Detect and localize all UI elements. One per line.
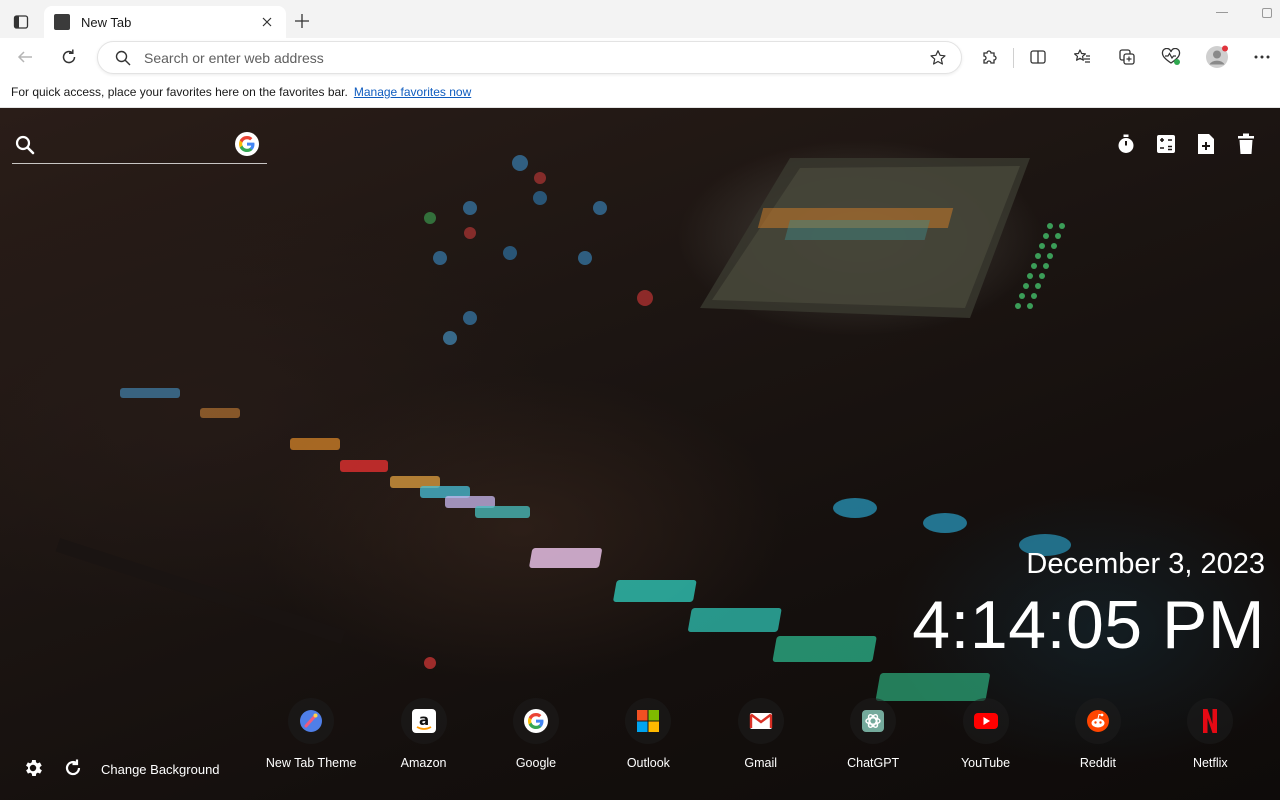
- shortcut-netflix[interactable]: Netflix: [1154, 698, 1266, 770]
- new-tab-button[interactable]: [290, 9, 314, 33]
- more-dots-icon: [1254, 55, 1270, 59]
- tab-strip: New Tab: [0, 0, 1280, 38]
- calculator-icon: [1157, 135, 1175, 153]
- new-tab-page: December 3, 2023 4:14:05 PM Change Backg…: [0, 108, 1280, 800]
- heart-pulse-icon: [1161, 48, 1181, 65]
- date-display: December 3, 2023: [1026, 548, 1265, 580]
- tab-actions-icon: [13, 15, 29, 29]
- shortcuts-row: New Tab Theme a Amazon Google Outlook Gm…: [255, 698, 1267, 770]
- favorites-bar-message: For quick access, place your favorites h…: [11, 85, 348, 99]
- shortcut-amazon[interactable]: a Amazon: [367, 698, 479, 770]
- reddit-icon: [1074, 698, 1121, 744]
- favorites-star-list-icon: [1074, 49, 1090, 63]
- google-icon[interactable]: [235, 132, 259, 156]
- tab-new-tab[interactable]: New Tab: [44, 6, 286, 38]
- shortcut-gmail[interactable]: Gmail: [705, 698, 817, 770]
- plus-icon: [295, 14, 309, 28]
- youtube-icon: [962, 698, 1009, 744]
- settings-button[interactable]: [21, 756, 45, 780]
- collections-icon: [1119, 49, 1135, 65]
- favorites-button[interactable]: [1068, 43, 1096, 71]
- shortcut-label: Gmail: [744, 756, 778, 770]
- address-input[interactable]: [144, 49, 904, 66]
- split-screen-icon: [1030, 50, 1046, 64]
- new-tab-favicon-icon: [54, 14, 70, 30]
- chatgpt-icon: [850, 698, 897, 744]
- address-bar[interactable]: [97, 41, 962, 74]
- new-tab-theme-icon: [288, 698, 335, 744]
- time-display: 4:14:05 PM: [912, 587, 1265, 663]
- shortcut-google[interactable]: Google: [480, 698, 592, 770]
- tab-actions-menu-button[interactable]: [8, 9, 34, 35]
- shortcut-reddit[interactable]: Reddit: [1042, 698, 1154, 770]
- shortcut-youtube[interactable]: YouTube: [929, 698, 1041, 770]
- shortcut-new-tab-theme[interactable]: New Tab Theme: [255, 698, 367, 770]
- split-screen-button[interactable]: [1024, 43, 1052, 71]
- back-arrow-icon: [17, 51, 32, 63]
- puzzle-icon: [983, 50, 997, 64]
- refresh-icon: [62, 49, 76, 64]
- background-image: [55, 155, 1071, 701]
- shortcut-label: ChatGPT: [847, 756, 900, 770]
- outlook-icon: [625, 698, 672, 744]
- shortcut-label: Amazon: [400, 756, 447, 770]
- new-tab-search-box[interactable]: [12, 130, 267, 164]
- shortcut-chatgpt[interactable]: ChatGPT: [817, 698, 929, 770]
- gmail-icon: [737, 698, 784, 744]
- shortcut-label: Google: [515, 756, 557, 770]
- favorites-bar: For quick access, place your favorites h…: [0, 77, 1280, 108]
- minimize-window-button[interactable]: [1216, 12, 1228, 13]
- change-background-link[interactable]: Change Background: [101, 762, 220, 777]
- toolbar-divider: [1013, 48, 1014, 68]
- search-icon: [114, 49, 132, 67]
- shortcut-outlook[interactable]: Outlook: [592, 698, 704, 770]
- trash-icon: [1238, 133, 1254, 154]
- delete-button[interactable]: [1234, 132, 1258, 156]
- add-favorite-star-icon[interactable]: [929, 49, 947, 67]
- extensions-button[interactable]: [975, 43, 1003, 71]
- close-icon: [262, 17, 272, 27]
- calculator-button[interactable]: [1154, 132, 1178, 156]
- shortcut-label: Outlook: [626, 756, 670, 770]
- maximize-window-button[interactable]: [1262, 8, 1272, 18]
- shortcut-label: Netflix: [1192, 756, 1228, 770]
- settings-and-more-button[interactable]: [1248, 43, 1276, 71]
- stopwatch-icon: [1118, 134, 1134, 153]
- tab-title: New Tab: [81, 14, 132, 30]
- close-tab-button[interactable]: [258, 13, 276, 31]
- profile-button[interactable]: [1203, 43, 1231, 71]
- svg-text:a: a: [419, 711, 429, 729]
- add-note-icon: [1198, 134, 1214, 154]
- google-icon: [512, 698, 559, 744]
- back-button[interactable]: [11, 43, 39, 71]
- refresh-icon: [65, 759, 81, 776]
- browser-toolbar: [0, 38, 1280, 77]
- refresh-background-button[interactable]: [61, 756, 85, 780]
- avatar-icon: [1206, 45, 1228, 68]
- add-note-button[interactable]: [1194, 132, 1218, 156]
- manage-favorites-link[interactable]: Manage favorites now: [354, 85, 471, 99]
- shortcut-label: YouTube: [960, 756, 1011, 770]
- gear-icon: [26, 760, 42, 776]
- refresh-button[interactable]: [55, 43, 83, 71]
- browser-essentials-button[interactable]: [1157, 43, 1185, 71]
- amazon-icon: a: [400, 698, 447, 744]
- shortcut-label: Reddit: [1079, 756, 1116, 770]
- search-icon: [14, 134, 36, 156]
- shortcut-label: New Tab Theme: [265, 756, 357, 770]
- timer-button[interactable]: [1114, 132, 1138, 156]
- netflix-icon: [1187, 698, 1234, 744]
- collections-button[interactable]: [1113, 43, 1141, 71]
